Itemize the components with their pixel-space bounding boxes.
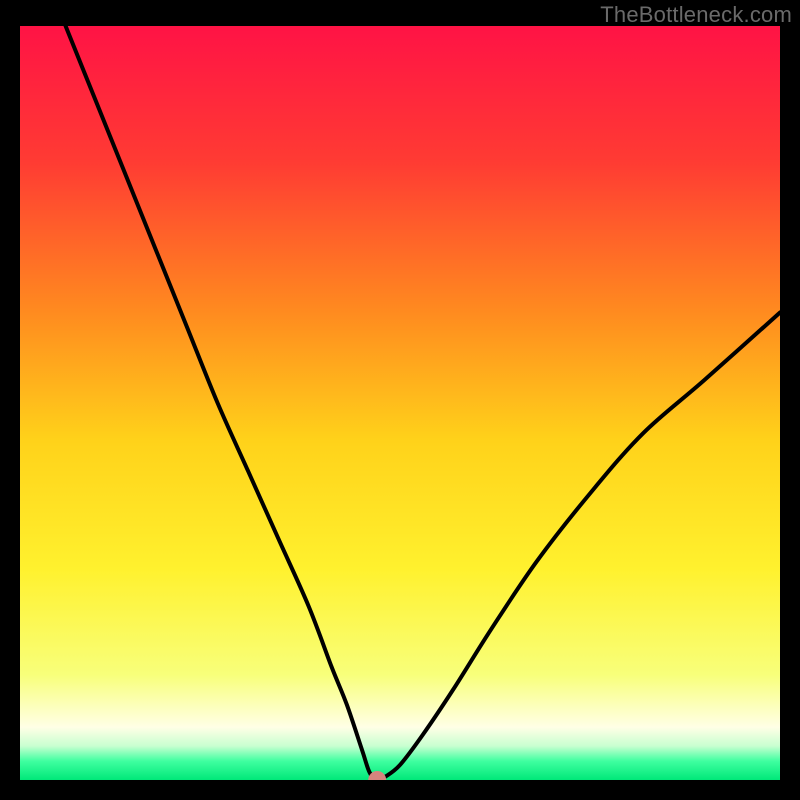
- plot-area: [20, 26, 780, 780]
- chart-frame: TheBottleneck.com: [0, 0, 800, 800]
- gradient-background: [20, 26, 780, 780]
- chart-svg: [20, 26, 780, 780]
- attribution-label: TheBottleneck.com: [600, 2, 792, 28]
